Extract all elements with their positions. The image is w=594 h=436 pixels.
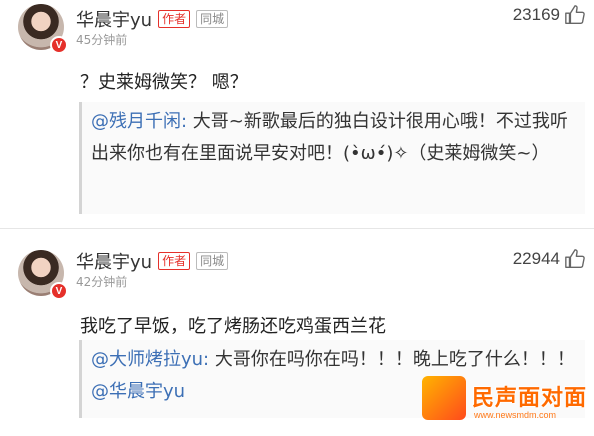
mention-link[interactable]: @华晨宇yu xyxy=(91,381,185,402)
verified-badge-icon: V xyxy=(50,282,68,300)
city-tag: 同城 xyxy=(196,252,229,270)
comment-item: V 华晨宇yu 作者 同城 42分钟前 22944 我吃了早饭，吃了烤肠还吃鸡蛋… xyxy=(0,0,594,436)
author-tag: 作者 xyxy=(158,252,191,270)
username[interactable]: 华晨宇yu xyxy=(76,248,152,274)
like-count: 22944 xyxy=(512,249,560,268)
quoted-text: 大哥你在吗你在吗！！！晚上吃了什么！！！ xyxy=(209,349,575,370)
like-button[interactable]: 22944 xyxy=(513,248,586,270)
logo-icon xyxy=(422,376,466,420)
comment-time: 42分钟前 xyxy=(76,275,128,289)
watermark-text: 民声面对面 xyxy=(472,386,588,411)
watermark-url: www.newsmdm.com xyxy=(474,410,557,420)
mention-link[interactable]: @大师烤拉yu: xyxy=(91,349,209,370)
site-watermark: 民声面对面 www.newsmdm.com xyxy=(422,372,594,428)
thumbs-up-icon xyxy=(565,249,585,268)
comment-text: 我吃了早饭，吃了烤肠还吃鸡蛋西兰花 xyxy=(80,316,386,337)
comment-header: 华晨宇yu 作者 同城 xyxy=(76,248,229,274)
avatar[interactable]: V xyxy=(18,250,68,300)
